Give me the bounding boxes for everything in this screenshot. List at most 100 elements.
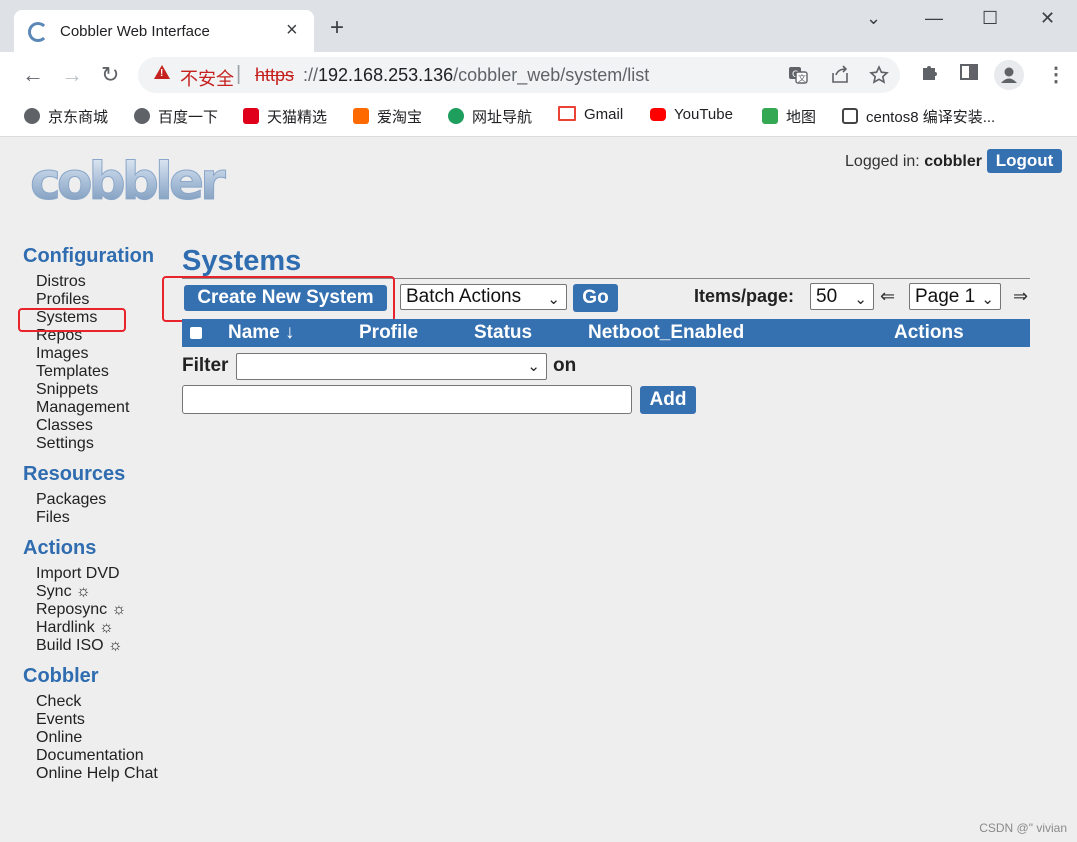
create-button-highlight-box: [162, 276, 395, 322]
sidebar-item-hardlink[interactable]: Hardlink ☼: [36, 619, 114, 637]
sidebar-item-management-classes[interactable]: Management Classes: [36, 399, 146, 435]
sidebar-item-sync[interactable]: Sync ☼: [36, 583, 91, 601]
filter-value-input[interactable]: [182, 385, 632, 414]
chevron-down-icon: ⌄: [547, 291, 560, 308]
page-title: Systems: [182, 245, 302, 277]
chevron-down-icon: ⌄: [854, 291, 867, 308]
nav-heading-cobbler: Cobbler: [23, 665, 99, 687]
nav-heading-actions: Actions: [23, 537, 97, 559]
sidebar-item-files[interactable]: Files: [36, 509, 70, 527]
bookmark-wangzhi[interactable]: 网址导航: [448, 106, 532, 128]
translate-icon[interactable]: G文: [788, 65, 808, 90]
filter-field-select[interactable]: ⌄: [236, 353, 547, 380]
back-button[interactable]: ←: [22, 62, 44, 88]
cobbler-logo: cobbler cobbler: [28, 152, 248, 251]
globe-icon: [134, 108, 150, 124]
sidebar-item-snippets[interactable]: Snippets: [36, 381, 98, 399]
sidebar-item-import-dvd[interactable]: Import DVD: [36, 565, 120, 583]
url-scheme: https: [255, 65, 295, 85]
logout-button[interactable]: Logout: [987, 149, 1062, 173]
items-per-page-label: Items/page:: [694, 286, 795, 306]
column-actions: Actions: [894, 322, 964, 343]
nav-heading-resources: Resources: [23, 463, 126, 485]
systems-table-header: Name ↓ Profile Status Netboot_Enabled Ac…: [182, 319, 1030, 347]
prev-page-arrow[interactable]: ⇐: [880, 286, 895, 307]
logged-in-label: Logged in:: [845, 153, 920, 170]
sidebar-item-reposync[interactable]: Reposync ☼: [36, 601, 126, 619]
csdn-watermark: CSDN @" vivian: [979, 821, 1067, 835]
side-panel-icon[interactable]: [959, 62, 979, 88]
bookmark-csdn[interactable]: centos8 编译安装...: [842, 106, 995, 128]
browser-tab[interactable]: Cobbler Web Interface ×: [14, 10, 314, 52]
sidebar-item-events[interactable]: Events: [36, 711, 85, 729]
chevron-down-icon: ⌄: [527, 358, 540, 375]
go-button[interactable]: Go: [573, 284, 618, 312]
logged-in-status: Logged in: cobbler: [845, 153, 982, 171]
csdn-icon: [842, 108, 858, 124]
extensions-puzzle-icon[interactable]: [920, 62, 940, 88]
username: cobbler: [924, 153, 982, 170]
reload-button[interactable]: ↻: [101, 62, 119, 88]
items-per-page-value: 50: [816, 286, 838, 307]
share-icon[interactable]: [830, 65, 850, 90]
sidebar-item-templates[interactable]: Templates: [36, 363, 109, 381]
bookmark-star-icon[interactable]: [869, 65, 889, 90]
column-name[interactable]: Name ↓: [228, 322, 295, 344]
chevron-down-icon: ⌄: [981, 291, 994, 308]
sidebar-item-images[interactable]: Images: [36, 345, 88, 363]
profile-avatar[interactable]: [994, 60, 1024, 90]
sidebar-item-settings[interactable]: Settings: [36, 435, 94, 453]
bookmark-youtube[interactable]: YouTube: [650, 106, 733, 128]
tab-close-icon[interactable]: ×: [286, 19, 298, 42]
bookmark-tmall[interactable]: 天猫精选: [243, 106, 327, 128]
youtube-icon: [650, 108, 666, 121]
browser-tab-strip: Cobbler Web Interface × + ⌄ — ☐ ✕: [0, 0, 1077, 52]
filter-label: Filter: [182, 355, 229, 376]
sidebar-item-check[interactable]: Check: [36, 693, 81, 711]
column-profile[interactable]: Profile: [359, 322, 418, 344]
bookmarks-bar: 京东商城 百度一下 天猫精选 爱淘宝 网址导航 Gmail YouTube 地图…: [0, 98, 1077, 137]
globe-icon: [24, 108, 40, 124]
taobao-icon: [353, 108, 369, 124]
maps-icon: [762, 108, 778, 124]
forward-button[interactable]: →: [61, 62, 83, 88]
batch-actions-select[interactable]: Batch Actions ⌄: [400, 284, 567, 310]
sidebar-item-packages[interactable]: Packages: [36, 491, 106, 509]
nav-site-icon: [448, 108, 464, 124]
sidebar-item-online-documentation[interactable]: Online Documentation: [36, 729, 154, 765]
systems-highlight-box: [18, 308, 126, 332]
add-filter-button[interactable]: Add: [640, 386, 696, 414]
minimize-button[interactable]: —: [925, 8, 943, 29]
new-tab-button[interactable]: +: [330, 16, 344, 40]
nav-heading-configuration: Configuration: [23, 245, 155, 267]
sidebar-item-build-iso[interactable]: Build ISO ☼: [36, 637, 123, 655]
bookmark-maps[interactable]: 地图: [762, 106, 816, 128]
page-select[interactable]: Page 1 ⌄: [909, 283, 1001, 310]
sidebar-item-profiles[interactable]: Profiles: [36, 291, 89, 309]
batch-actions-value: Batch Actions: [406, 286, 522, 307]
bookmark-baidu[interactable]: 百度一下: [134, 106, 218, 128]
browser-menu-kebab-icon[interactable]: ⋮: [1046, 62, 1066, 87]
bookmark-aitaobao[interactable]: 爱淘宝: [353, 106, 422, 128]
address-bar[interactable]: ! 不安全 | https ://192.168.253.136/cobbler…: [138, 57, 900, 93]
select-all-checkbox[interactable]: [190, 327, 202, 339]
tab-search-chevron-icon[interactable]: ⌄: [866, 8, 881, 29]
svg-text:文: 文: [798, 73, 806, 83]
window-close-button[interactable]: ✕: [1040, 8, 1055, 29]
browser-toolbar: ← → ↻ ! 不安全 | https ://192.168.253.136/c…: [0, 52, 1077, 98]
bookmark-gmail[interactable]: Gmail: [558, 106, 623, 128]
tab-title: Cobbler Web Interface: [60, 23, 210, 40]
next-page-arrow[interactable]: ⇒: [1013, 286, 1028, 307]
column-status[interactable]: Status: [474, 322, 532, 344]
url-text: ://192.168.253.136/cobbler_web/system/li…: [303, 65, 650, 85]
maximize-button[interactable]: ☐: [982, 8, 998, 29]
page-select-value: Page 1: [915, 286, 976, 307]
tmall-icon: [243, 108, 259, 124]
security-label[interactable]: 不安全: [180, 65, 234, 91]
column-netboot-enabled[interactable]: Netboot_Enabled: [588, 322, 744, 344]
loading-favicon-icon: [28, 22, 48, 42]
items-per-page-select[interactable]: 50 ⌄: [810, 283, 874, 310]
bookmark-jd[interactable]: 京东商城: [24, 106, 108, 128]
sidebar-item-distros[interactable]: Distros: [36, 273, 86, 291]
sidebar-item-online-help-chat[interactable]: Online Help Chat: [36, 765, 158, 783]
